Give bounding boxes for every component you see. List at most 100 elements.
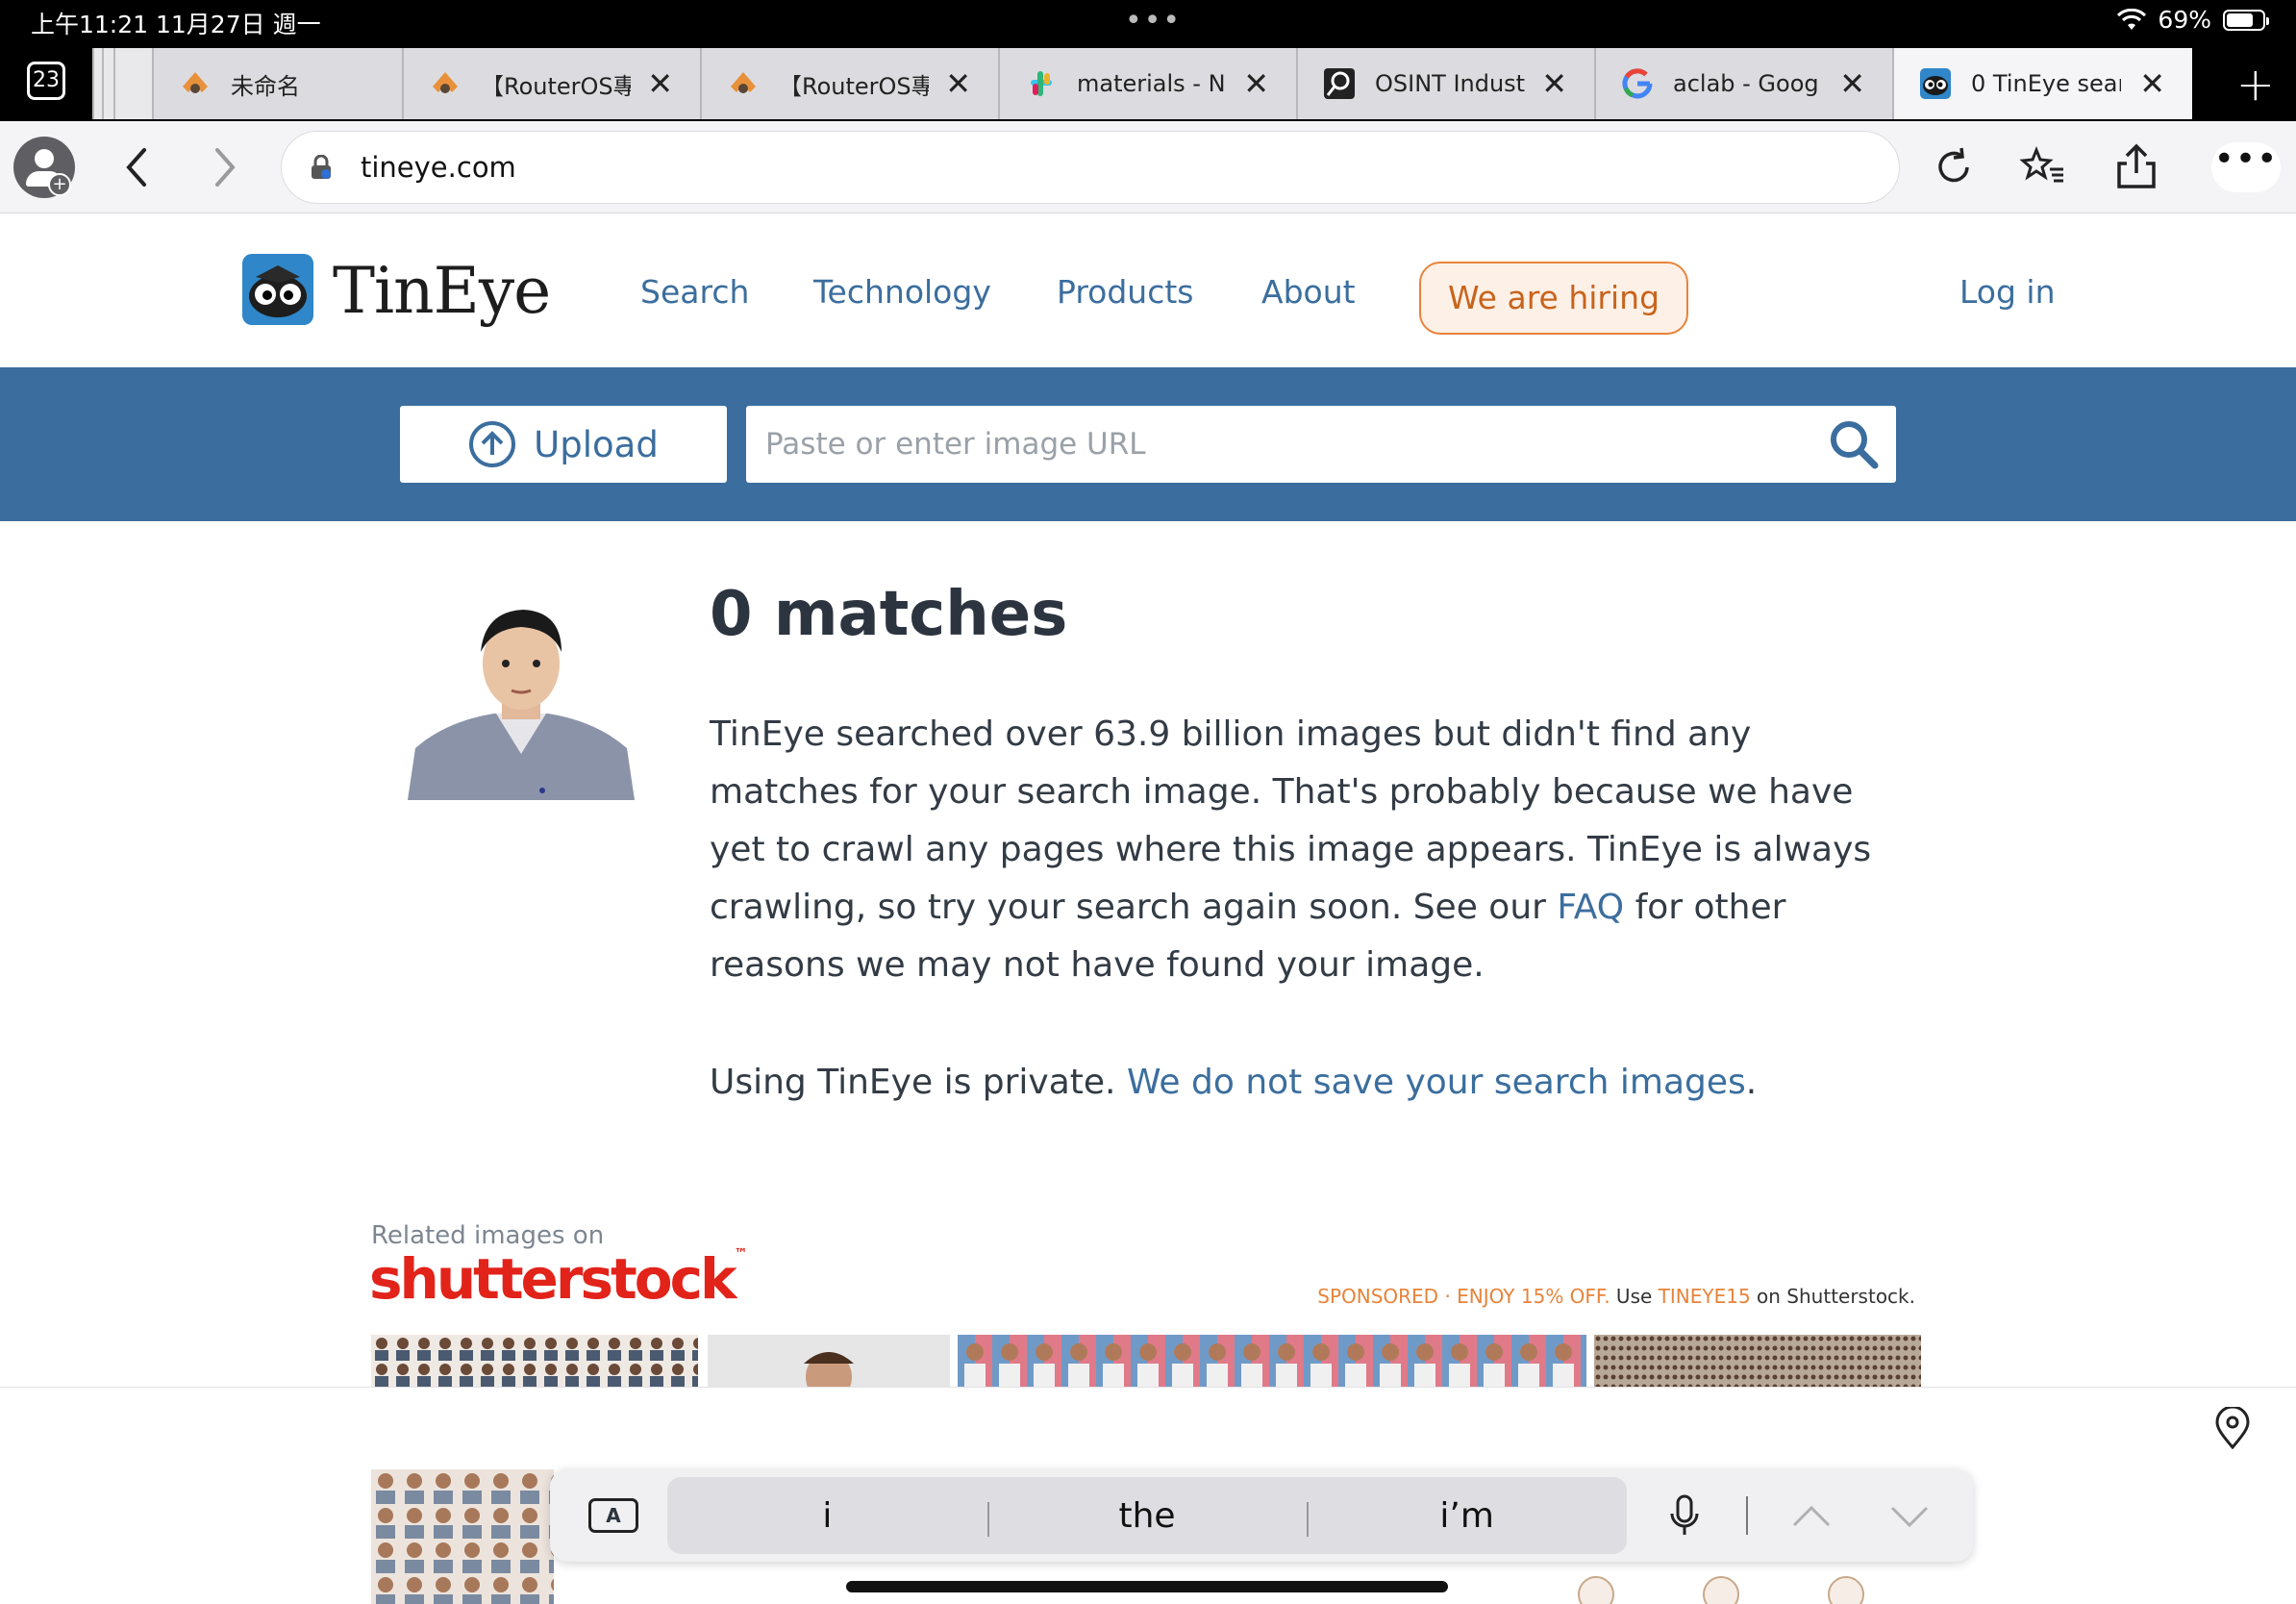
site-header: TinEye Search Technology Products About …: [0, 213, 2296, 367]
battery-icon: [2223, 9, 2269, 31]
shutterstock-logo[interactable]: shutterstock™: [369, 1246, 748, 1312]
browser-toolbar: + tineye.com •••: [0, 121, 2296, 213]
microphone-icon[interactable]: [1665, 1492, 1704, 1539]
profile-icon[interactable]: +: [13, 137, 75, 198]
status-right: 69%: [2117, 6, 2269, 34]
bottom-bar: [0, 1387, 2296, 1469]
tab-title: materials - N: [1077, 70, 1226, 97]
tab-osint[interactable]: OSINT Indust ✕: [1296, 48, 1594, 119]
image-url-input[interactable]: [746, 406, 1896, 483]
home-indicator[interactable]: [846, 1581, 1448, 1592]
stock-image-tile[interactable]: [371, 1335, 698, 1387]
tab-strip: 23 未命名 【RouterOS專 ✕ 【RouterOS專 ✕ materia…: [0, 44, 2296, 121]
close-icon[interactable]: ✕: [2139, 65, 2165, 102]
privacy-message: Using TinEye is private. We do not save …: [710, 1054, 1959, 1112]
battery-percent: 69%: [2158, 6, 2211, 34]
slack-icon: [1031, 71, 1052, 96]
chevron-up-icon[interactable]: [1788, 1492, 1834, 1539]
tineye-logo-icon[interactable]: [242, 254, 313, 325]
osint-icon: [1324, 68, 1355, 99]
suggestion-1[interactable]: i: [667, 1496, 987, 1536]
tineye-logo-text[interactable]: TinEye: [333, 254, 551, 328]
nav-search[interactable]: Search: [640, 273, 749, 311]
privacy-end: .: [1745, 1063, 1758, 1102]
nav-products[interactable]: Products: [1057, 273, 1194, 311]
mikrotik-icon: [183, 72, 208, 93]
forward-icon[interactable]: [210, 146, 238, 188]
multitasking-dots[interactable]: •••: [1125, 4, 1182, 38]
stock-image-tile[interactable]: [371, 1469, 554, 1604]
upload-arrow-icon: [469, 421, 516, 467]
we-are-hiring-button[interactable]: We are hiring: [1419, 262, 1688, 335]
sponsored-label: SPONSORED · ENJOY 15% OFF.: [1317, 1285, 1610, 1308]
tab-routeros-1[interactable]: 【RouterOS專 ✕: [402, 48, 700, 119]
predictive-suggestions: i the i’m: [667, 1477, 1627, 1554]
tab-aclab-google[interactable]: aclab - Goog ✕: [1594, 48, 1892, 119]
privacy-link[interactable]: We do not save your search images: [1127, 1063, 1746, 1102]
suggestion-3[interactable]: i’m: [1307, 1496, 1627, 1537]
upload-button[interactable]: Upload: [400, 406, 727, 483]
back-icon[interactable]: [123, 146, 152, 188]
stock-images-row: [371, 1335, 1921, 1387]
address-bar[interactable]: tineye.com: [281, 131, 1900, 204]
more-menu-button[interactable]: •••: [2211, 142, 2281, 192]
status-bar: 上午11:21 11月27日 週一 ••• 69%: [0, 0, 2296, 44]
tab-unnamed[interactable]: 未命名: [152, 48, 404, 119]
reload-icon[interactable]: [1929, 142, 1979, 192]
share-icon[interactable]: [2111, 142, 2161, 192]
status-time: 上午11:21 11月27日 週一: [31, 11, 321, 38]
keyboard-format-key[interactable]: A: [588, 1498, 638, 1533]
tab-title: 0 TinEye sear: [1971, 70, 2121, 97]
new-tab-button[interactable]: +: [2236, 58, 2275, 112]
stock-image-tile[interactable]: [708, 1335, 950, 1387]
privacy-text: Using TinEye is private.: [710, 1063, 1127, 1102]
tab-overview-button[interactable]: 23: [27, 62, 65, 100]
search-icon[interactable]: [1827, 417, 1881, 471]
close-icon[interactable]: ✕: [1839, 65, 1865, 102]
lock-icon: [312, 155, 331, 179]
tab-routeros-2[interactable]: 【RouterOS專 ✕: [700, 48, 998, 119]
sponsored-banner: SPONSORED · ENJOY 15% OFF. Use TINEYE15 …: [1317, 1285, 1915, 1308]
mikrotik-icon: [731, 72, 756, 93]
search-band: Upload: [0, 367, 2296, 521]
keyboard-shortcut-bar: A i the i’m: [550, 1469, 1973, 1562]
shutterstock-wordmark: shutterstock: [369, 1246, 737, 1312]
nav-about[interactable]: About: [1261, 273, 1356, 311]
url-text: tineye.com: [361, 151, 516, 184]
close-icon[interactable]: ✕: [1243, 65, 1269, 102]
close-icon[interactable]: ✕: [647, 65, 673, 102]
chevron-down-icon[interactable]: [1886, 1492, 1933, 1539]
location-pin-icon[interactable]: [2213, 1407, 2252, 1449]
stock-image-tile[interactable]: [1594, 1335, 1921, 1387]
sponsored-use: Use: [1610, 1285, 1659, 1308]
results-heading: 0 matches: [710, 579, 1068, 650]
wifi-icon: [2117, 8, 2147, 30]
tab-tineye-active[interactable]: 0 TinEye sear ✕: [1892, 48, 2192, 119]
stock-images-row-2: [371, 1469, 554, 1604]
nav-technology[interactable]: Technology: [813, 273, 991, 311]
search-image-thumbnail: [408, 594, 635, 800]
login-link[interactable]: Log in: [1959, 273, 2056, 311]
close-icon[interactable]: ✕: [945, 65, 971, 102]
suggestion-2[interactable]: the: [986, 1496, 1308, 1537]
google-icon: [1622, 68, 1653, 99]
close-icon[interactable]: ✕: [1541, 65, 1567, 102]
upload-label: Upload: [534, 423, 659, 465]
favorites-star-icon[interactable]: [2019, 142, 2069, 192]
stock-image-tile[interactable]: [958, 1335, 1586, 1387]
tab-title: 未命名: [231, 72, 300, 100]
tab-title: aclab - Goog: [1673, 70, 1819, 97]
sponsored-on: on Shutterstock.: [1750, 1285, 1915, 1308]
tineye-icon: [1920, 68, 1951, 99]
tab-title: OSINT Indust: [1375, 70, 1525, 97]
tab-title: 【RouterOS專: [481, 72, 631, 100]
stock-images-row-3: [1529, 1566, 1913, 1604]
no-match-message: TinEye searched over 63.9 billion images…: [710, 706, 1883, 994]
faq-link[interactable]: FAQ: [1557, 888, 1624, 927]
mikrotik-icon: [433, 72, 458, 93]
promo-code: TINEYE15: [1658, 1285, 1751, 1308]
stock-image-tile[interactable]: [1529, 1566, 1913, 1604]
tab-title: 【RouterOS專: [779, 72, 929, 100]
toolbar-divider: [1746, 1496, 1748, 1535]
tab-materials[interactable]: materials - N ✕: [998, 48, 1296, 119]
